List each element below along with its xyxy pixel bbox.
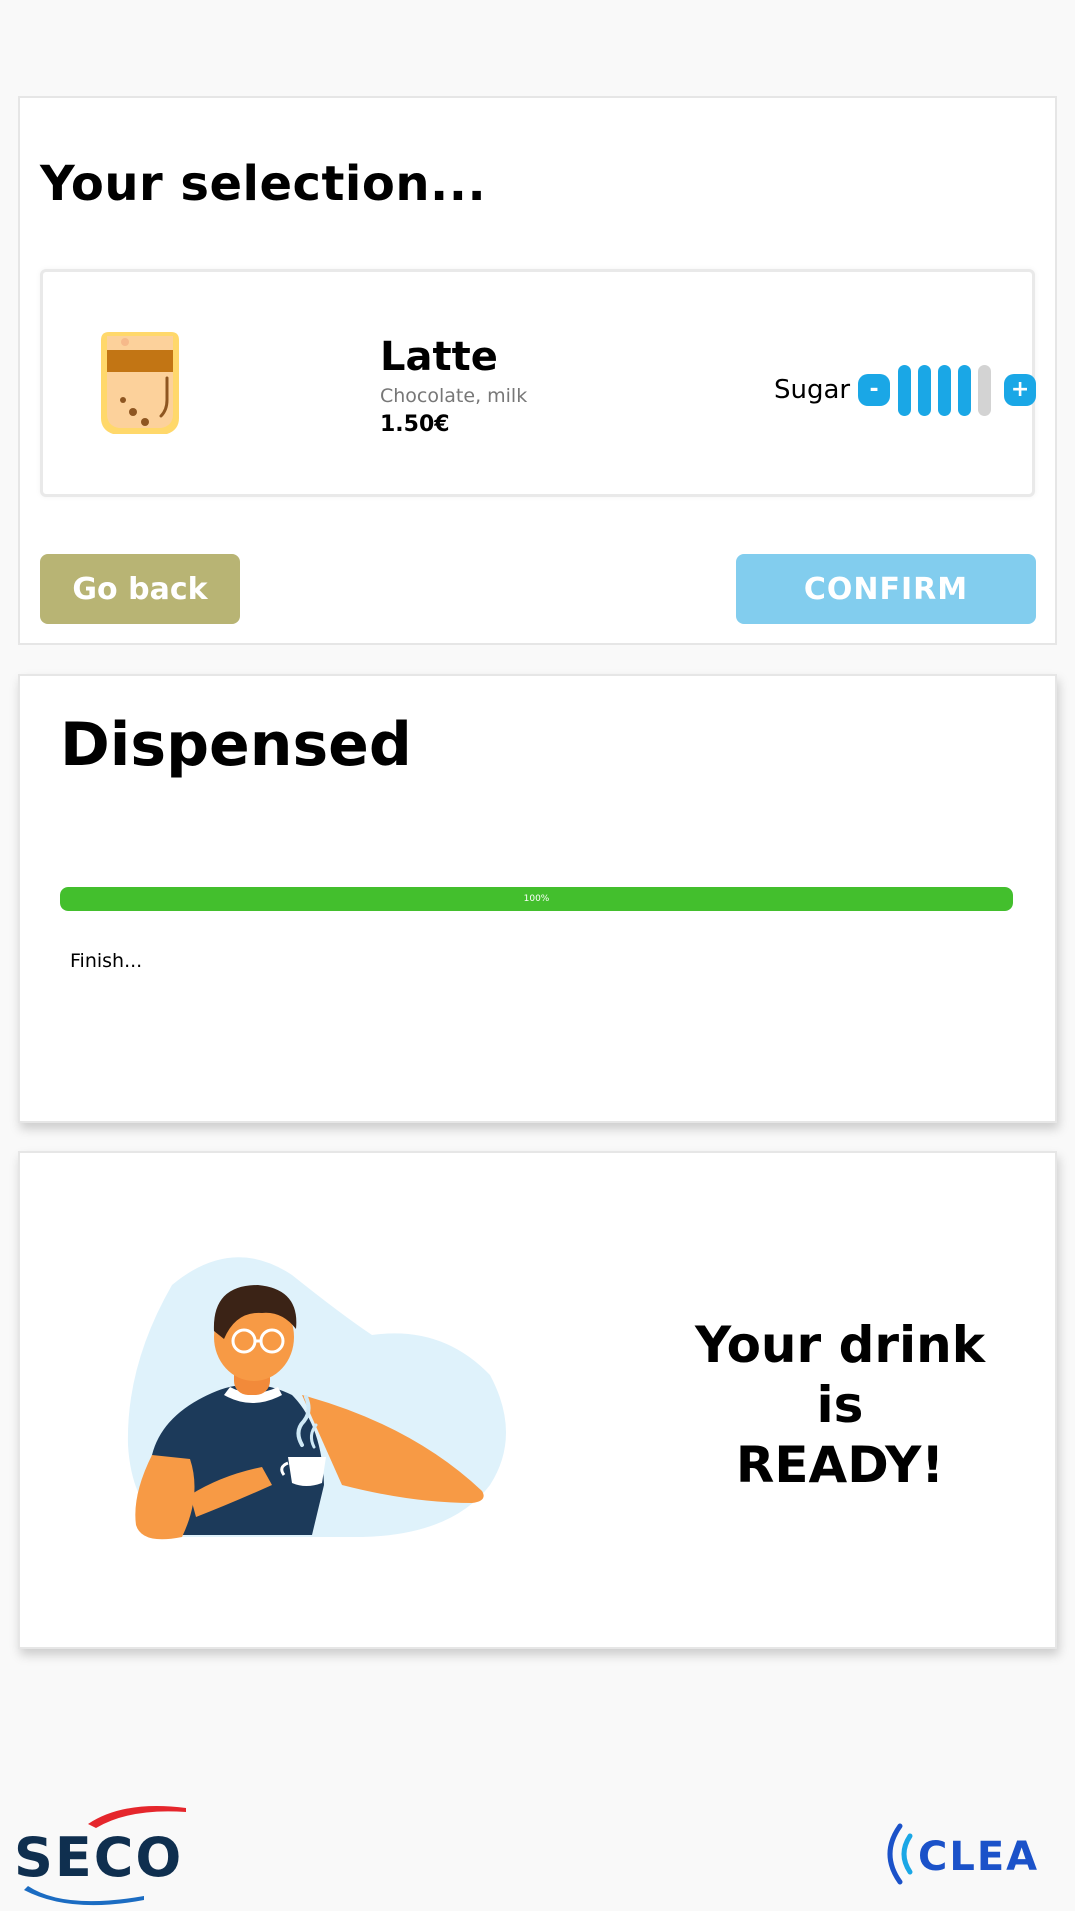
confirm-button[interactable]: CONFIRM <box>736 554 1036 624</box>
ready-line-2: is <box>816 1376 864 1434</box>
sugar-bar-filled <box>958 364 972 416</box>
latte-cup-icon <box>101 332 179 434</box>
dispensing-panel: Dispensed 100% Finish... <box>18 674 1057 1123</box>
selection-title: Your selection... <box>40 156 487 212</box>
progress-label: 100% <box>523 894 550 904</box>
ready-panel: Your drink is READY! <box>18 1151 1057 1649</box>
product-name: Latte <box>380 334 498 380</box>
product-price: 1.50€ <box>380 412 450 437</box>
svg-text:SECO: SECO <box>14 1826 183 1889</box>
selection-panel: Your selection... Latte Chocolate, milk … <box>18 96 1057 645</box>
sugar-increase-button[interactable]: + <box>1004 374 1037 406</box>
sugar-level-indicator <box>898 364 998 416</box>
dispensing-status: Finish... <box>70 950 143 972</box>
svg-text:CLEA: CLEA <box>918 1834 1039 1880</box>
ready-message: Your drink is READY! <box>660 1315 1020 1495</box>
progress-bar: 100% <box>60 887 1013 911</box>
go-back-button[interactable]: Go back <box>40 554 240 624</box>
sugar-control: Sugar - + <box>774 364 1037 416</box>
sugar-bar-filled <box>918 364 932 416</box>
person-drinking-coffee-illustration <box>127 1257 507 1540</box>
sugar-bar-empty <box>978 364 992 416</box>
dispensing-title: Dispensed <box>60 710 412 780</box>
sugar-decrease-button[interactable]: - <box>858 374 891 406</box>
product-description: Chocolate, milk <box>380 385 528 407</box>
ready-line-1: Your drink <box>694 1316 986 1374</box>
clea-logo: CLEA <box>887 1823 1039 1885</box>
sugar-bar-filled <box>898 364 912 416</box>
sugar-bar-filled <box>938 364 952 416</box>
ready-line-3: READY! <box>735 1436 945 1494</box>
sugar-label: Sugar <box>774 375 851 405</box>
product-card: Latte Chocolate, milk 1.50€ Sugar - + <box>40 269 1037 497</box>
seco-logo: SECO <box>14 1806 186 1906</box>
